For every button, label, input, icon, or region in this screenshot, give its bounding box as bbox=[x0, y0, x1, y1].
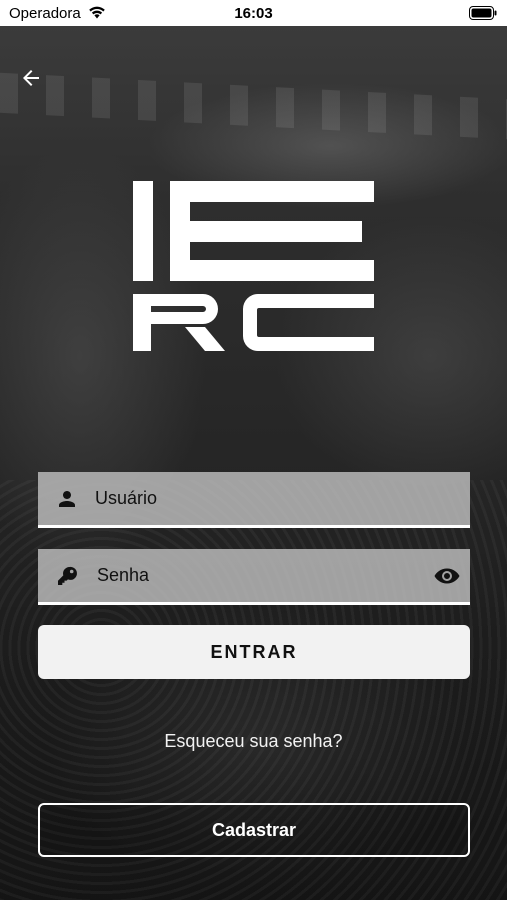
arrow-left-icon bbox=[19, 66, 43, 95]
password-placeholder: Senha bbox=[97, 565, 150, 585]
status-bar: Operadora 16:03 bbox=[0, 0, 507, 26]
password-field[interactable]: Senha bbox=[38, 549, 470, 605]
username-field[interactable]: Usuário bbox=[38, 472, 470, 528]
church-logo bbox=[133, 181, 374, 351]
login-button[interactable]: ENTRAR bbox=[38, 625, 470, 679]
user-icon bbox=[55, 487, 79, 511]
clock: 16:03 bbox=[234, 5, 273, 22]
background-photo bbox=[0, 26, 507, 900]
eye-icon[interactable] bbox=[433, 564, 461, 588]
key-icon bbox=[55, 564, 79, 588]
forgot-password-link[interactable]: Esqueceu sua senha? bbox=[0, 731, 507, 752]
back-button[interactable] bbox=[17, 66, 45, 94]
username-placeholder: Usuário bbox=[95, 488, 158, 508]
battery-icon bbox=[469, 6, 497, 25]
register-button[interactable]: Cadastrar bbox=[38, 803, 470, 857]
